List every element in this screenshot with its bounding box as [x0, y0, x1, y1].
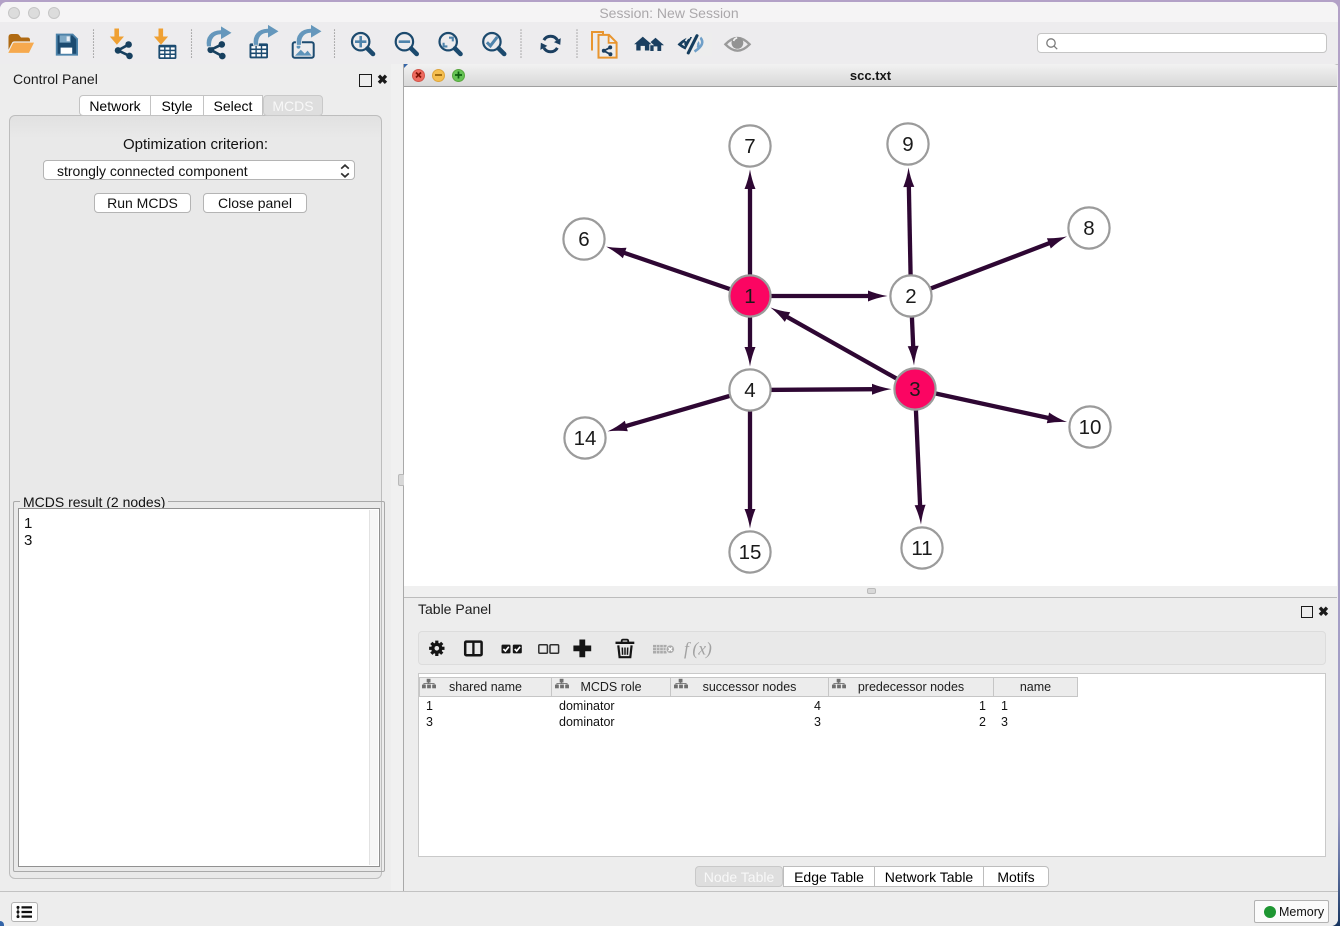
svg-text:2: 2 — [905, 285, 916, 308]
svg-text:15: 15 — [739, 541, 762, 564]
svg-text:8: 8 — [1083, 217, 1094, 240]
svg-text:1: 1 — [744, 285, 755, 308]
svg-text:11: 11 — [911, 537, 932, 560]
svg-text:3: 3 — [909, 378, 920, 401]
svg-text:14: 14 — [574, 427, 597, 450]
svg-text:f (x): f (x) — [684, 639, 712, 659]
svg-text:10: 10 — [1079, 416, 1102, 439]
svg-text:6: 6 — [578, 228, 589, 251]
svg-text:9: 9 — [902, 133, 913, 156]
svg-text:4: 4 — [744, 379, 755, 402]
svg-text:7: 7 — [744, 135, 755, 158]
